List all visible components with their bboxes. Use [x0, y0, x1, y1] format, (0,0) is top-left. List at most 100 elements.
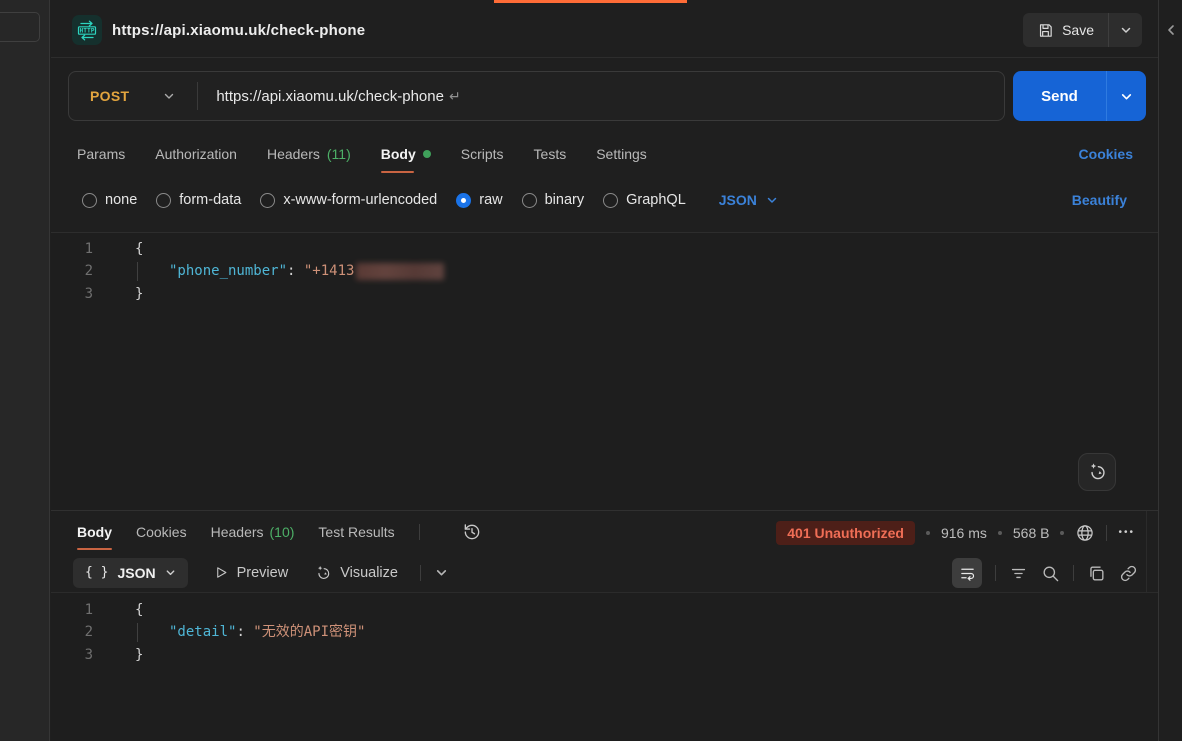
body-type-none[interactable]: none	[82, 192, 137, 208]
visualize-button[interactable]: Visualize	[314, 564, 398, 582]
chevron-down-icon	[766, 194, 778, 206]
search-button[interactable]	[1041, 564, 1060, 583]
body-type-raw[interactable]: raw	[456, 192, 502, 208]
response-history-button[interactable]	[462, 522, 482, 542]
cookies-link[interactable]: Cookies	[1079, 133, 1133, 175]
dot-separator	[998, 531, 1002, 535]
active-workspace-tab-indicator	[494, 0, 687, 3]
body-type-selector: none form-data x-www-form-urlencoded raw…	[51, 180, 1158, 220]
tab-authorization[interactable]: Authorization	[155, 133, 237, 175]
divider	[1073, 565, 1074, 581]
indent-guide	[137, 262, 138, 281]
chevron-down-icon	[1120, 90, 1133, 103]
response-size[interactable]: 568 B	[1013, 525, 1050, 541]
save-icon	[1037, 22, 1054, 39]
more-options-button[interactable]: •••	[1118, 527, 1135, 538]
url-input[interactable]: https://api.xiaomu.uk/check-phone↵	[198, 88, 460, 105]
headers-count: (11)	[327, 146, 351, 162]
save-button-label: Save	[1062, 22, 1094, 38]
postbot-sparkle-icon	[1086, 461, 1108, 483]
method-label: POST	[90, 88, 129, 104]
globe-icon	[1075, 523, 1095, 543]
tab-tests[interactable]: Tests	[534, 133, 567, 175]
left-sidebar-rail	[0, 0, 50, 741]
response-tab-test-results[interactable]: Test Results	[318, 511, 394, 553]
code-line: 1 {	[51, 599, 1158, 621]
wrap-text-button[interactable]	[952, 558, 982, 588]
body-type-graphql[interactable]: GraphQL	[603, 192, 686, 208]
line-number: 3	[51, 644, 108, 666]
response-toolbar: { } JSON Preview Visualize	[51, 553, 1158, 593]
beautify-link[interactable]: Beautify	[1072, 180, 1127, 220]
send-options-button[interactable]	[1106, 71, 1146, 121]
raw-format-selector[interactable]: JSON	[719, 192, 778, 208]
return-key-icon: ↵	[444, 88, 461, 104]
response-header: Body Cookies Headers(10) Test Results 40…	[51, 510, 1158, 553]
preview-button[interactable]: Preview	[214, 565, 289, 581]
request-url-row: POST https://api.xiaomu.uk/check-phone↵ …	[51, 71, 1158, 121]
save-button[interactable]: Save	[1023, 13, 1108, 47]
svg-text:HTTP: HTTP	[80, 28, 95, 35]
indent-guide	[137, 623, 138, 642]
link-button[interactable]	[1119, 564, 1138, 583]
response-tab-headers[interactable]: Headers(10)	[211, 511, 295, 553]
radio-icon	[603, 193, 618, 208]
code-line: 1 {	[51, 238, 1158, 260]
history-clock-icon	[462, 522, 482, 542]
request-title: https://api.xiaomu.uk/check-phone	[112, 22, 365, 39]
body-type-form-data[interactable]: form-data	[156, 192, 241, 208]
body-modified-dot	[423, 150, 431, 158]
dot-separator	[926, 531, 930, 535]
method-selector[interactable]: POST	[69, 88, 197, 104]
format-options-button[interactable]	[435, 566, 448, 579]
filter-button[interactable]	[1009, 564, 1028, 583]
radio-selected-icon	[456, 193, 471, 208]
response-time[interactable]: 916 ms	[941, 525, 987, 541]
redacted-phone-number	[356, 263, 444, 280]
response-body-editor[interactable]: 1 { 2 "detail": "无效的API密钥" 3 }	[51, 593, 1158, 741]
tab-settings[interactable]: Settings	[596, 133, 647, 175]
request-body-editor[interactable]: 1 { 2 "phone_number": "+1413 3 }	[51, 232, 1158, 510]
request-pane: HTTP https://api.xiaomu.uk/check-phone S…	[51, 0, 1158, 741]
response-toolbar-right	[952, 553, 1138, 593]
divider	[419, 524, 420, 540]
url-input-box: POST https://api.xiaomu.uk/check-phone↵	[68, 71, 1005, 121]
status-badge[interactable]: 401 Unauthorized	[776, 521, 915, 545]
tab-body[interactable]: Body	[381, 133, 431, 175]
send-button[interactable]: Send	[1013, 71, 1106, 121]
sidebar-partial-item[interactable]	[0, 12, 40, 42]
code-line: 2 "phone_number": "+1413	[51, 260, 1158, 282]
divider	[995, 565, 996, 581]
http-request-icon: HTTP	[72, 15, 102, 45]
divider	[420, 565, 421, 581]
line-number: 1	[51, 599, 108, 621]
save-options-button[interactable]	[1108, 13, 1142, 47]
chevron-down-icon	[165, 567, 176, 578]
app-window: HTTP https://api.xiaomu.uk/check-phone S…	[0, 0, 1182, 741]
tab-params[interactable]: Params	[77, 133, 125, 175]
visualize-sparkle-icon	[314, 564, 332, 582]
postbot-button[interactable]	[1078, 453, 1116, 491]
response-headers-count: (10)	[270, 524, 295, 540]
search-icon	[1041, 564, 1060, 583]
link-icon	[1119, 564, 1138, 583]
play-icon	[214, 565, 229, 580]
radio-icon	[82, 193, 97, 208]
tab-scripts[interactable]: Scripts	[461, 133, 504, 175]
collapse-panel-arrow-icon[interactable]	[1165, 24, 1177, 36]
network-info-button[interactable]	[1075, 523, 1095, 543]
dot-separator	[1060, 531, 1064, 535]
body-type-binary[interactable]: binary	[522, 192, 585, 208]
copy-button[interactable]	[1087, 564, 1106, 583]
braces-icon: { }	[85, 565, 108, 580]
code-line: 3 }	[51, 283, 1158, 305]
response-tab-body[interactable]: Body	[77, 511, 112, 553]
code-line: 2 "detail": "无效的API密钥"	[51, 621, 1158, 643]
response-meta: 401 Unauthorized 916 ms 568 B •••	[776, 511, 1135, 554]
response-format-selector[interactable]: { } JSON	[73, 558, 188, 588]
line-number: 2	[51, 621, 108, 643]
tab-headers[interactable]: Headers(11)	[267, 133, 351, 175]
body-type-urlencoded[interactable]: x-www-form-urlencoded	[260, 192, 437, 208]
response-tab-cookies[interactable]: Cookies	[136, 511, 187, 553]
radio-icon	[156, 193, 171, 208]
